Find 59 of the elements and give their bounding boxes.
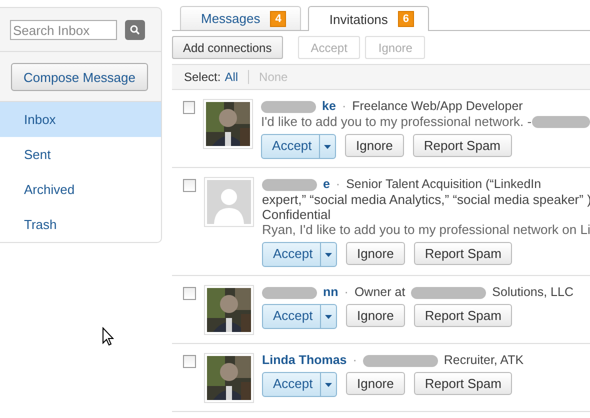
person-name[interactable]: ke (322, 99, 336, 114)
checkbox[interactable] (183, 355, 196, 368)
action-button[interactable]: Ignore (345, 134, 404, 157)
action-button[interactable]: Ignore (346, 242, 405, 265)
accept-split-button[interactable]: Accept (261, 134, 336, 159)
headline-text: Owner at (354, 285, 406, 300)
caret-icon (325, 314, 332, 318)
action-button[interactable]: Ignore (346, 304, 405, 327)
accept-split-button[interactable]: Accept (262, 372, 337, 397)
action-button[interactable]: Report Spam (414, 304, 512, 327)
toolbar-button[interactable]: Add connections (172, 36, 283, 59)
accept-button[interactable]: Accept (262, 243, 321, 266)
separator-dot: · (336, 177, 340, 192)
count-badge: 6 (398, 11, 414, 27)
headline-text: Recruiter, ATK (444, 353, 524, 368)
sidebar-item[interactable]: Trash (0, 207, 161, 242)
select-link[interactable]: All (224, 70, 238, 84)
search-field[interactable]: Search Inbox (10, 20, 117, 40)
cursor-icon (102, 327, 114, 346)
tab[interactable]: Messages 4 (180, 6, 302, 30)
checkbox[interactable] (183, 101, 196, 114)
action-button[interactable]: Report Spam (412, 134, 512, 157)
avatar-placeholder-icon (206, 180, 251, 224)
headline-text: Senior Talent Acquisition (“LinkedIn (346, 177, 542, 192)
action-button[interactable]: Ignore (346, 372, 405, 395)
caret-icon (325, 382, 332, 386)
accept-split-button[interactable]: Accept (262, 304, 337, 329)
checkbox[interactable] (183, 287, 196, 300)
tab-label: Messages (201, 11, 260, 26)
invitation-message: I'd like to add you to my professional network. - (261, 114, 532, 130)
invitation-message: Ryan, I'd like to add you to my professional network on Li (262, 222, 590, 238)
action-button[interactable]: Report Spam (414, 242, 512, 265)
separator-dot: · (352, 353, 357, 368)
accept-button[interactable]: Accept (263, 305, 321, 328)
headline-text: Confidential (262, 207, 331, 222)
search-icon (130, 25, 140, 35)
headline-text: Solutions, LLC (492, 285, 574, 300)
count-badge: 4 (270, 10, 286, 26)
separator-dot: · (344, 285, 348, 300)
sidebar-item[interactable]: Archived (0, 172, 161, 207)
compose-button[interactable]: Compose Message (11, 63, 148, 91)
sidebar-item[interactable]: Inbox (0, 102, 161, 137)
separator-dot: · (342, 99, 346, 114)
person-name[interactable]: Linda Thomas (262, 353, 347, 368)
accept-split-button[interactable]: Accept (262, 242, 337, 267)
action-button[interactable]: Report Spam (414, 372, 512, 395)
checkbox[interactable] (183, 179, 196, 192)
caret-icon (324, 144, 332, 148)
person-name[interactable]: e (322, 177, 330, 192)
accept-button[interactable]: Accept (263, 373, 321, 396)
sidebar-item[interactable]: Sent (0, 137, 161, 172)
headline-text: Freelance Web/App Developer (352, 99, 523, 114)
accept-button[interactable]: Accept (262, 135, 320, 158)
caret-icon (324, 252, 332, 256)
tab-label: Invitations (329, 12, 388, 26)
tab[interactable]: Invitations 6 (308, 6, 430, 31)
person-name[interactable]: nn (323, 285, 338, 300)
select-label: Select: (184, 70, 221, 84)
search-button[interactable] (125, 20, 145, 40)
